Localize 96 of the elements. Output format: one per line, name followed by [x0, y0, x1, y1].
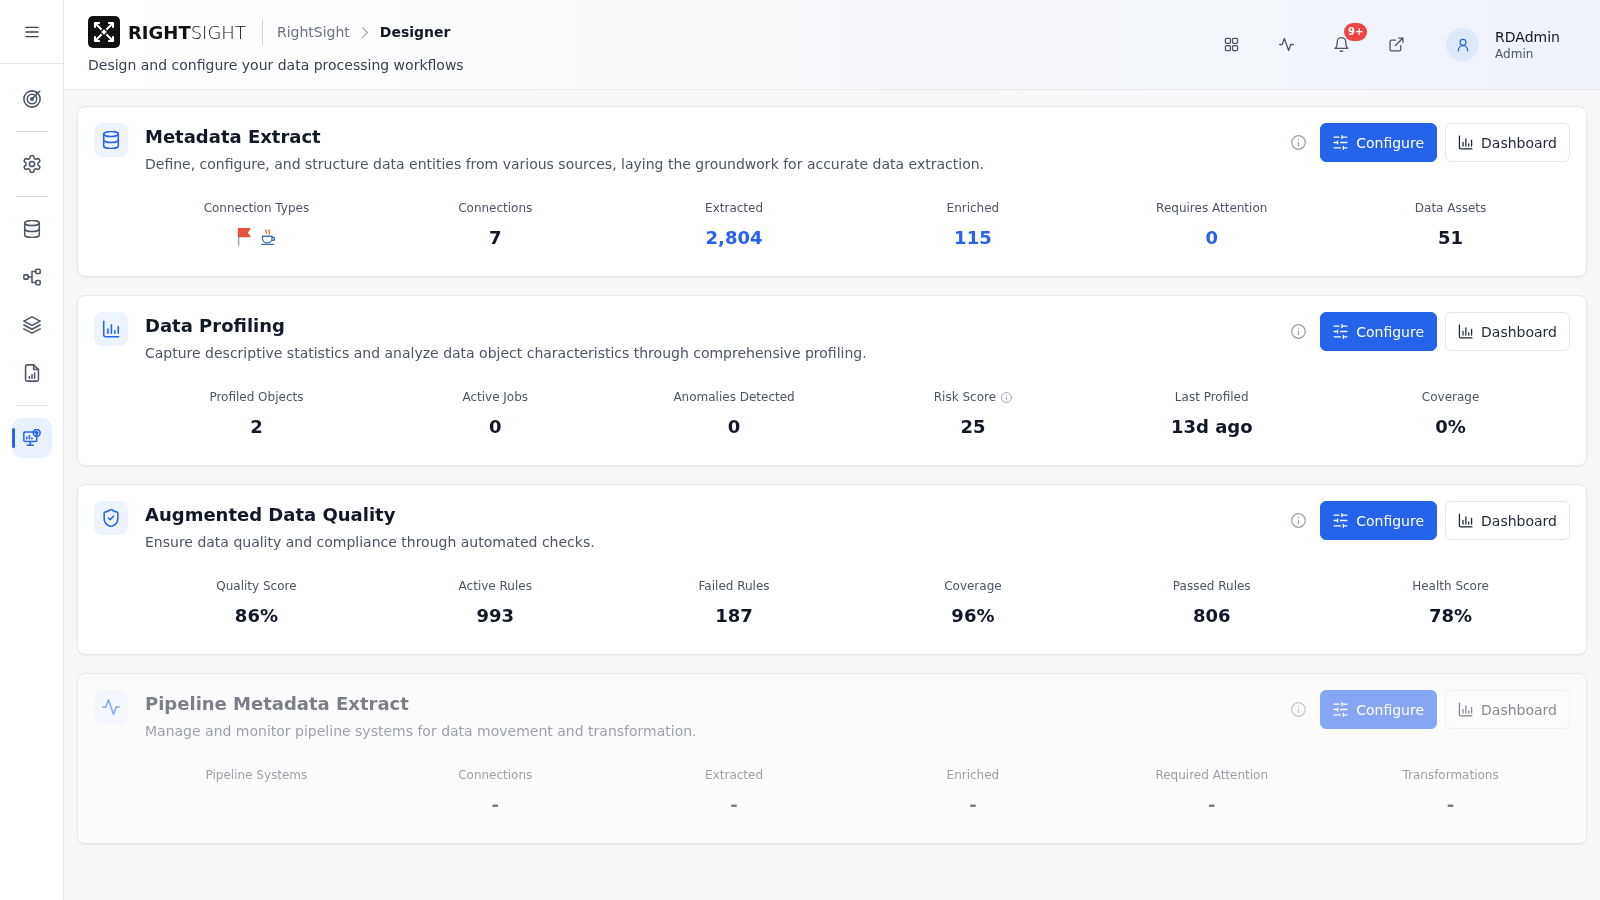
stat-label: Connections — [458, 768, 533, 782]
stat-label: Enriched — [946, 201, 1000, 215]
card-description: Define, configure, and structure data entities from various sources, laying the groundwork for accurate data extraction. — [145, 155, 986, 174]
sliders-icon — [1333, 513, 1349, 528]
bar-chart-icon — [1458, 135, 1474, 150]
stat-label: Pipeline Systems — [205, 768, 308, 782]
card-description: Capture descriptive statistics and analyze data object characteristics through comprehensive profiling. — [145, 344, 868, 363]
report-icon — [22, 364, 41, 382]
stat-label: Required Attention — [1155, 768, 1269, 782]
card-description: Ensure data quality and compliance through automated checks. — [145, 533, 596, 552]
stat-label: Active Jobs — [462, 390, 529, 404]
settings-icon — [22, 155, 41, 173]
database-icon — [22, 220, 41, 238]
coffee-cup-icon — [261, 228, 276, 246]
configure-button[interactable]: Configure — [1320, 312, 1438, 351]
stat-label: Risk Score — [933, 390, 997, 404]
stat-label: Requires Attention — [1156, 201, 1268, 215]
stat-label: Data Assets — [1414, 201, 1487, 215]
stat-value: 0 — [727, 415, 741, 437]
configure-button[interactable]: Configure — [1320, 123, 1438, 162]
stat-value: 96% — [951, 604, 995, 626]
stat-value: 51 — [1438, 226, 1464, 248]
stat-value: 0% — [1435, 415, 1466, 437]
notification-badge: 9+ — [1344, 23, 1368, 41]
stat-value: 86% — [234, 604, 278, 626]
stat-label: Connections — [458, 201, 533, 215]
breadcrumb-link[interactable]: RightSight — [276, 24, 350, 40]
brand-name: RIGHTSIGHT — [128, 21, 246, 43]
user-role: Admin — [1495, 45, 1535, 62]
stat-label: Enriched — [946, 768, 1000, 782]
card-title: Data Profiling — [145, 314, 286, 338]
stat-value: - — [1446, 793, 1455, 815]
stat-value: 0 — [488, 415, 502, 437]
stat-label: Passed Rules — [1172, 579, 1251, 593]
stat-label: Connection Types — [203, 201, 310, 215]
stat-value: 0 — [1205, 226, 1218, 248]
stat-label: Extracted — [705, 201, 764, 215]
stat-label: Health Score — [1412, 579, 1489, 593]
workflow-icon — [22, 268, 41, 286]
stat-label: Coverage — [944, 579, 1002, 593]
stat-value: - — [1208, 793, 1216, 815]
dashboard-button[interactable]: Dashboard — [1445, 123, 1570, 162]
stat-value: 25 — [960, 415, 986, 437]
dashboard-button[interactable]: Dashboard — [1445, 501, 1570, 540]
layers-icon — [22, 316, 41, 334]
card-description: Manage and monitor pipeline systems for data movement and transformation. — [145, 722, 698, 741]
stat-value: 806 — [1192, 604, 1231, 626]
card-title: Metadata Extract — [145, 125, 322, 149]
stat-value: 13d ago — [1170, 415, 1253, 437]
stat-value: 187 — [715, 604, 753, 626]
shield-check-icon — [94, 501, 128, 535]
user-avatar-icon[interactable] — [1446, 28, 1480, 61]
bar-chart-icon — [1458, 702, 1474, 717]
sliders-icon — [1333, 135, 1349, 150]
stat-value: 78% — [1429, 604, 1473, 626]
stat-value: - — [730, 793, 738, 815]
stat-label: Active Rules — [458, 579, 532, 593]
activity-icon[interactable] — [1279, 37, 1295, 52]
stat-value: 2 — [250, 415, 263, 437]
stat-label: Quality Score — [216, 579, 297, 593]
database-icon — [94, 123, 128, 157]
activity-icon — [94, 690, 128, 724]
card-title: Augmented Data Quality — [145, 503, 397, 527]
user-name: RDAdmin — [1495, 27, 1560, 46]
stat-value: 7 — [488, 226, 502, 248]
logo-icon — [88, 16, 120, 48]
sliders-icon — [1333, 324, 1349, 339]
stat-value: - — [969, 793, 977, 815]
stat-label: Extracted — [705, 768, 764, 782]
card-title: Pipeline Metadata Extract — [145, 692, 410, 716]
apps-grid-icon[interactable] — [1224, 37, 1240, 52]
stat-label: Last Profiled — [1174, 390, 1249, 404]
flag-icon — [237, 228, 252, 246]
dashboard-button[interactable]: Dashboard — [1445, 312, 1570, 351]
stat-label: Anomalies Detected — [673, 390, 795, 404]
page-subtitle: Design and configure your data processing workflows — [88, 57, 464, 73]
stat-value: 115 — [954, 226, 992, 248]
external-link-icon[interactable] — [1389, 37, 1405, 52]
monitor-chart-icon — [22, 429, 41, 447]
chevron-right-icon — [361, 26, 368, 38]
configure-button[interactable]: Configure — [1320, 501, 1438, 540]
sliders-icon — [1333, 702, 1349, 717]
stat-label: Profiled Objects — [209, 390, 304, 404]
bar-chart-icon — [1458, 513, 1474, 528]
target-icon — [22, 90, 41, 108]
stat-value: 993 — [476, 604, 515, 626]
bar-chart-icon — [1458, 324, 1474, 339]
stat-label: Coverage — [1421, 390, 1480, 404]
stat-label: Failed Rules — [698, 579, 770, 593]
sidebar-item[interactable] — [11, 418, 52, 458]
notification-bell-icon[interactable] — [1334, 37, 1350, 52]
stat-label: Transformations — [1402, 768, 1499, 782]
breadcrumb-current: Designer — [379, 24, 451, 40]
bar-chart-icon — [94, 312, 128, 346]
stat-value: 2,804 — [705, 226, 763, 248]
stat-value: - — [491, 793, 499, 815]
